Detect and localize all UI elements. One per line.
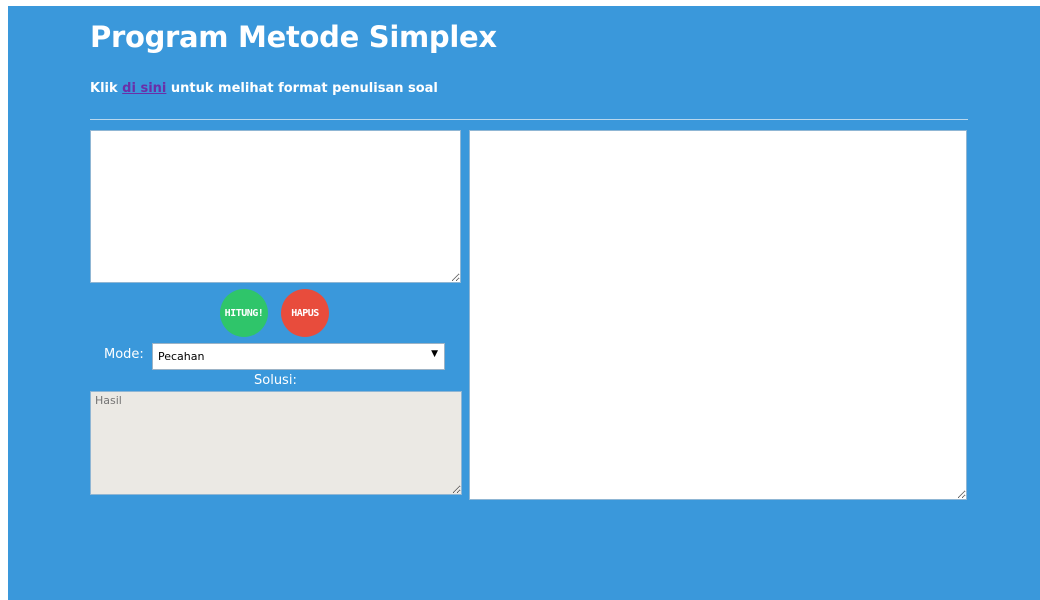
problem-input[interactable] — [90, 130, 461, 283]
mode-select-value: Pecahan — [158, 350, 205, 363]
dropdown-arrow-icon: ▼ — [431, 349, 438, 359]
instruction-prefix: Klik — [90, 81, 118, 96]
result-output[interactable] — [469, 130, 967, 500]
header-divider — [90, 119, 968, 120]
calculate-button[interactable]: HITUNG! — [220, 289, 268, 337]
instruction-suffix: untuk melihat format penulisan soal — [170, 81, 438, 96]
mode-label: Mode: — [104, 347, 144, 362]
solution-label: Solusi: — [254, 373, 297, 388]
page-container: Program Metode Simplex Klik di sini untu… — [8, 6, 1040, 600]
format-instruction: Klik di sini untuk melihat format penuli… — [90, 81, 438, 96]
mode-select[interactable]: Pecahan ▼ — [152, 343, 445, 370]
solution-output[interactable] — [90, 391, 462, 495]
format-link[interactable]: di sini — [122, 81, 166, 96]
page-title: Program Metode Simplex — [90, 20, 497, 54]
clear-button[interactable]: HAPUS — [281, 289, 329, 337]
